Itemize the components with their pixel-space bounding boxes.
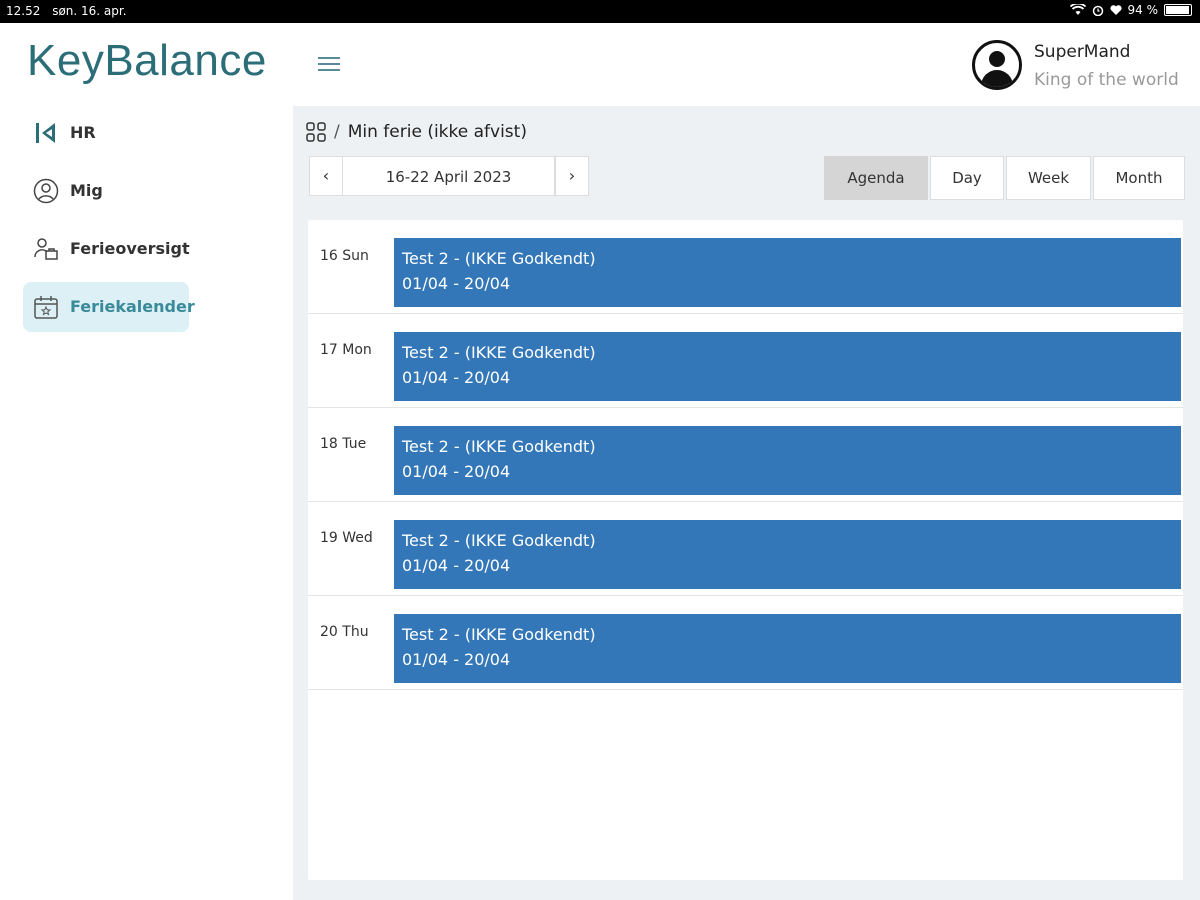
agenda-list: 16 Sun Test 2 - (IKKE Godkendt) 01/04 - … [308,220,1183,880]
view-day-button[interactable]: Day [930,156,1004,200]
sidebar: HR Mig Ferieoversigt Feriekalender [23,108,195,340]
logo-text: KeyBalance [27,36,267,85]
event-range: 01/04 - 20/04 [402,650,511,669]
event-title: Test 2 - (IKKE Godkendt) [402,249,596,268]
view-week-button[interactable]: Week [1006,156,1091,200]
calendar-icon [34,296,58,319]
event-title: Test 2 - (IKKE Godkendt) [402,343,596,362]
event-range: 01/04 - 20/04 [402,462,511,481]
agenda-event[interactable]: Test 2 - (IKKE Godkendt) 01/04 - 20/04 [394,426,1181,495]
user-name: SuperMand [1034,42,1131,62]
sidebar-item-label: Feriekalender [70,297,195,316]
status-date: søn. 16. apr. [52,4,127,18]
sidebar-item-mig[interactable]: Mig [23,166,189,216]
chevron-right-icon: › [568,166,576,185]
agenda-row: 17 Mon Test 2 - (IKKE Godkendt) 01/04 - … [308,314,1183,408]
event-title: Test 2 - (IKKE Godkendt) [402,531,596,550]
heart-icon [1109,5,1122,15]
view-switcher: Agenda Day Week Month [824,156,1185,200]
prev-week-button[interactable]: ‹ [309,156,343,196]
main-content: / Min ferie (ikke afvist) ‹ 16-22 April … [293,106,1200,900]
event-range: 01/04 - 20/04 [402,274,511,293]
next-week-button[interactable]: › [555,156,589,196]
breadcrumb: / Min ferie (ikke afvist) [306,120,527,144]
hamburger-icon [318,57,340,59]
agenda-event[interactable]: Test 2 - (IKKE Godkendt) 01/04 - 20/04 [394,238,1181,307]
app-logo: KeyBalance [27,36,267,86]
user-profile[interactable]: SuperMand King of the world [972,40,1182,94]
agenda-event[interactable]: Test 2 - (IKKE Godkendt) 01/04 - 20/04 [394,332,1181,401]
avatar [972,40,1022,90]
page-title: Min ferie (ikke afvist) [347,122,527,142]
event-title: Test 2 - (IKKE Godkendt) [402,625,596,644]
sidebar-item-feriekalender[interactable]: Feriekalender [23,282,195,332]
view-month-button[interactable]: Month [1093,156,1185,200]
view-agenda-button[interactable]: Agenda [824,156,928,200]
sidebar-item-label: HR [70,123,96,142]
breadcrumb-separator: / [334,122,340,142]
event-range: 01/04 - 20/04 [402,368,511,387]
event-range: 01/04 - 20/04 [402,556,511,575]
sidebar-item-ferieoversigt[interactable]: Ferieoversigt [23,224,190,274]
battery-percent: 94 % [1127,3,1159,17]
date-range-label: 16-22 April 2023 [343,156,555,196]
status-time: 12.52 [6,4,41,18]
agenda-date: 19 Wed [320,530,373,546]
agenda-row: 19 Wed Test 2 - (IKKE Godkendt) 01/04 - … [308,502,1183,596]
chevron-left-icon: ‹ [322,166,330,185]
menu-button[interactable] [318,57,340,75]
hr-icon [36,123,55,143]
sidebar-item-label: Ferieoversigt [70,239,190,258]
agenda-date: 16 Sun [320,248,369,264]
agenda-row: 20 Thu Test 2 - (IKKE Godkendt) 01/04 - … [308,596,1183,690]
agenda-date: 17 Mon [320,342,372,358]
person-icon [33,178,59,204]
agenda-event[interactable]: Test 2 - (IKKE Godkendt) 01/04 - 20/04 [394,520,1181,589]
people-briefcase-icon [34,238,58,260]
battery-icon [1164,4,1192,16]
event-title: Test 2 - (IKKE Godkendt) [402,437,596,456]
agenda-date: 20 Thu [320,624,369,640]
user-subtitle: King of the world [1034,70,1179,90]
agenda-row: 18 Tue Test 2 - (IKKE Godkendt) 01/04 - … [308,408,1183,502]
status-bar: 12.52 søn. 16. apr. 94 % [0,0,1200,23]
agenda-row: 16 Sun Test 2 - (IKKE Godkendt) 01/04 - … [308,220,1183,314]
sidebar-item-hr[interactable]: HR [23,108,189,158]
alarm-icon [1092,5,1103,16]
agenda-event[interactable]: Test 2 - (IKKE Godkendt) 01/04 - 20/04 [394,614,1181,683]
sidebar-item-label: Mig [70,181,103,200]
wifi-icon [1069,4,1086,15]
apps-grid-icon[interactable] [306,122,326,142]
agenda-date: 18 Tue [320,436,367,452]
